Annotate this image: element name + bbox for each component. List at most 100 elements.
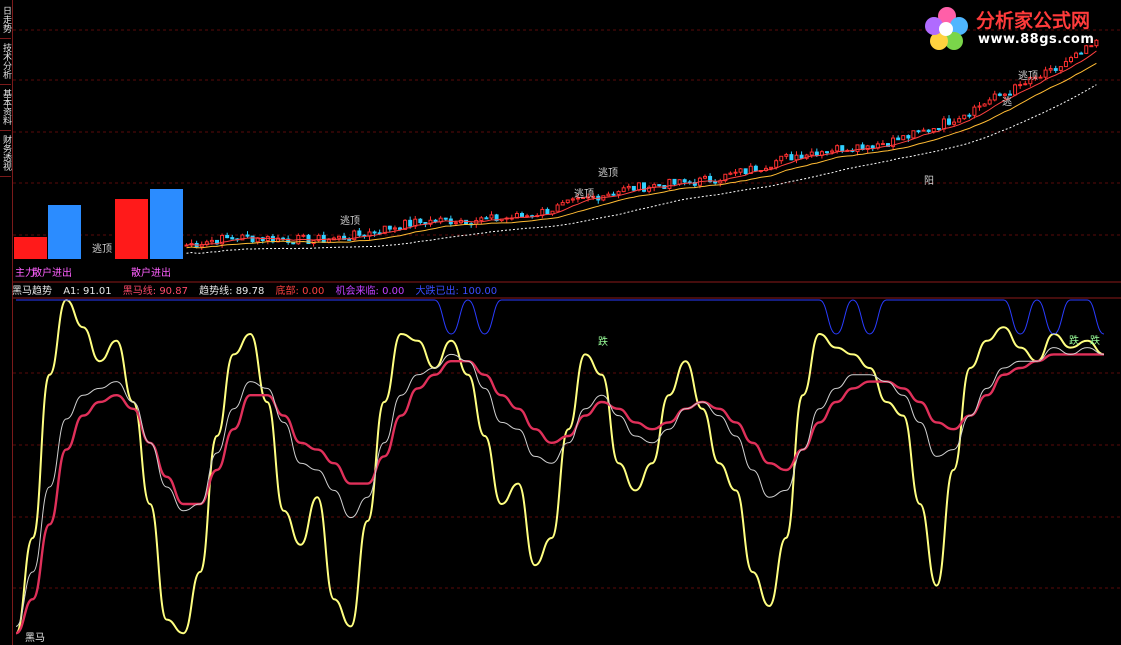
- volume-bar-red: [14, 237, 47, 259]
- candle-body: [209, 239, 214, 243]
- price-panel: [14, 39, 1099, 259]
- candle-body: [555, 204, 560, 212]
- signal-label: 逃顶: [1018, 71, 1038, 82]
- grid-lines: [13, 29, 1121, 589]
- candle-body: [855, 144, 860, 152]
- candle-body: [1069, 57, 1073, 63]
- candle-body: [896, 137, 901, 141]
- candle-body: [565, 199, 570, 204]
- candle-body: [545, 208, 550, 215]
- marker-label: 跌: [1090, 336, 1100, 347]
- candle-body: [880, 143, 885, 146]
- candle-body: [728, 172, 733, 175]
- volume-label-2: 散户进出: [131, 268, 171, 279]
- legend-trend: 趋势线: 89.78: [199, 286, 265, 297]
- heima-line-label: 黑马: [25, 633, 45, 644]
- tab-basic-info[interactable]: 基本资料: [0, 84, 11, 131]
- candle-body: [1048, 68, 1053, 71]
- tab-daily-trend[interactable]: 日走势: [0, 0, 11, 39]
- candle-body: [703, 175, 707, 179]
- candle-body: [733, 171, 738, 174]
- candle-body: [1053, 68, 1058, 71]
- dadie-series-line: [15, 299, 1105, 335]
- legend-dibu: 底部: 0.00: [275, 286, 325, 297]
- candle-body: [398, 227, 402, 230]
- logo-url: www.88gs.com: [978, 32, 1095, 47]
- site-logo: 分析家公式网 www.88gs.com: [920, 2, 1120, 54]
- candle-body: [301, 234, 306, 237]
- signal-label: 逃顶: [340, 216, 360, 227]
- candle-body: [901, 135, 906, 141]
- indicator-legend: 黑马趋势 A1: 91.01 黑马线: 90.87 趋势线: 89.78 底部:…: [12, 285, 505, 299]
- legend-jihui: 机会来临: 0.00: [335, 286, 405, 297]
- candle-body: [987, 99, 992, 105]
- candle-body: [372, 231, 377, 234]
- candle-body: [611, 193, 616, 196]
- candle-body: [743, 168, 748, 175]
- candle-body: [982, 103, 987, 107]
- candle-body: [484, 217, 489, 220]
- candle-body: [1043, 69, 1048, 78]
- candle-body: [337, 235, 341, 239]
- volume-bar-red: [115, 199, 148, 259]
- candle-body: [972, 106, 977, 116]
- candle-body: [962, 114, 967, 120]
- legend-a1: A1: 91.01: [63, 286, 112, 297]
- candle-body: [992, 93, 997, 101]
- tab-financial-view[interactable]: 财务透视: [0, 130, 11, 177]
- candle-body: [408, 219, 413, 227]
- ma-line-short: [186, 50, 1097, 246]
- signal-label: 逃: [1002, 97, 1012, 108]
- tab-technical-analysis[interactable]: 技术分析: [0, 38, 11, 85]
- candle-body: [936, 128, 941, 131]
- candle-body: [713, 181, 718, 184]
- side-tab-bar: 日走势 技术分析 基本资料 财务透视: [0, 0, 13, 645]
- volume-label-1: 散户进出: [32, 268, 72, 279]
- candle-body: [921, 129, 926, 132]
- candle-body: [952, 121, 957, 125]
- candle-body: [626, 185, 631, 189]
- marker-label: 跌: [1069, 336, 1079, 347]
- candle-body: [906, 135, 911, 139]
- candle-body: [631, 185, 636, 191]
- candle-body: [738, 168, 743, 173]
- candle-body: [830, 150, 835, 153]
- candle-body: [270, 236, 275, 243]
- candle-body: [814, 151, 819, 156]
- candle-body: [840, 145, 845, 152]
- candle-body: [418, 218, 423, 224]
- candle-body: [560, 202, 565, 206]
- candle-body: [784, 154, 789, 157]
- candle-body: [1063, 61, 1068, 68]
- candle-body: [479, 217, 484, 221]
- candle-body: [230, 237, 235, 240]
- logo-title: 分析家公式网: [976, 10, 1091, 32]
- candle-body: [967, 114, 972, 117]
- legend-name: 黑马趋势: [12, 286, 52, 297]
- candle-body: [489, 214, 494, 219]
- candle-body: [525, 215, 530, 218]
- candle-body: [357, 230, 362, 236]
- volume-bar-blue: [48, 205, 81, 259]
- candle-body: [835, 145, 840, 152]
- candle-body: [774, 160, 779, 168]
- candle-body: [677, 179, 682, 185]
- candle-body: [809, 151, 814, 156]
- candle-body: [616, 191, 621, 195]
- candle-body: [657, 184, 662, 187]
- candle-body: [794, 154, 799, 161]
- candle-body: [392, 227, 397, 230]
- candle-body: [250, 235, 255, 243]
- candle-body: [931, 128, 936, 133]
- candle-body: [789, 154, 794, 161]
- volume-bar-blue: [150, 189, 183, 259]
- candle-body: [957, 118, 962, 123]
- signal-label: 逃顶: [92, 244, 112, 255]
- candle-body: [769, 166, 774, 169]
- candle-body: [225, 234, 230, 239]
- candle-body: [997, 93, 1002, 96]
- candle-body: [672, 178, 677, 185]
- candle-body: [941, 118, 946, 130]
- candle-body: [870, 145, 875, 149]
- candle-body: [779, 155, 784, 162]
